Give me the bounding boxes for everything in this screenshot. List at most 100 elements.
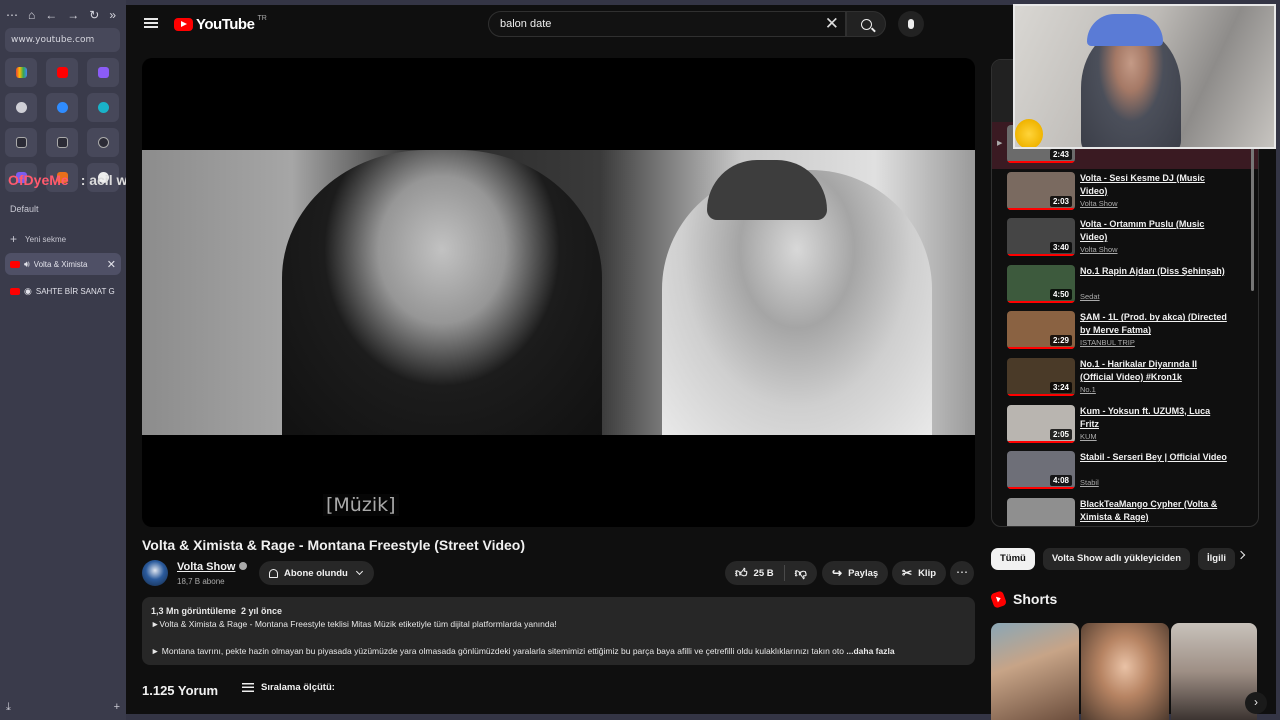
pinned-site-youtube[interactable] [46, 58, 78, 87]
shorts-title: Shorts [1013, 591, 1058, 607]
home-icon[interactable]: ⌂ [28, 8, 35, 22]
like-count[interactable]: 25 B [754, 568, 774, 579]
pinned-site-f[interactable] [5, 128, 37, 157]
short-card[interactable] [1081, 623, 1169, 720]
duration-badge: 2:05 [1049, 428, 1072, 440]
playlist-item-title[interactable]: Volta - Sesi Kesme DJ (Music Video) [1080, 172, 1230, 198]
pinned-site-mail[interactable] [87, 58, 119, 87]
playlist-item[interactable]: BlackTeaMango Cypher (Volta & Ximista & … [992, 495, 1258, 526]
description-line-2: ► Montana tavrını, pekte hazin olmayan b… [151, 645, 966, 658]
clear-search-icon[interactable]: ✕ [825, 15, 839, 33]
region-code: TR [257, 15, 267, 22]
duration-badge: 4:08 [1049, 475, 1072, 487]
menu-icon[interactable] [144, 18, 158, 28]
search-input[interactable] [500, 18, 800, 30]
playlist-item-title[interactable]: ŞAM - 1L (Prod. by akca) (Directed by Me… [1080, 311, 1230, 337]
search-button[interactable] [846, 11, 886, 37]
pinned-site-link[interactable] [87, 128, 119, 157]
speaker-icon[interactable]: 🔊︎ [24, 259, 30, 270]
playlist-item-channel[interactable]: Volta Show [1080, 245, 1118, 254]
stream-chat-overlay: OfDyeMe: acil w [8, 172, 127, 188]
description-line-2-text: ► Montana tavrını, pekte hazin olmayan b… [151, 646, 844, 656]
forward-icon[interactable]: → [67, 8, 79, 22]
playlist-item[interactable]: 4:08 Stabil - Serseri Bey | Official Vide… [992, 448, 1258, 495]
clip-button[interactable]: ✂ Klip [892, 561, 947, 585]
pinned-site-google[interactable] [5, 58, 37, 87]
tab-sahte[interactable]: ◉ SAHTE BİR SANAT G [5, 280, 121, 302]
share-button[interactable]: ↪ Paylaş [822, 561, 889, 585]
more-actions-button[interactable]: ⋯ [950, 561, 974, 585]
chip-related[interactable]: İlgili [1198, 548, 1236, 570]
add-icon[interactable]: + [114, 701, 120, 714]
scissors-icon: ✂ [902, 566, 913, 580]
reload-icon[interactable]: ↻ [89, 8, 99, 22]
chip-uploader[interactable]: Volta Show adlı yükleyiciden [1042, 548, 1191, 570]
dislike-icon[interactable]: 👎︎ [795, 566, 807, 581]
comments-count: 1.125 Yorum [142, 683, 219, 698]
playlist-item[interactable]: 2:29 ŞAM - 1L (Prod. by akca) (Directed b… [992, 308, 1258, 355]
playlist-thumbnail[interactable] [1007, 497, 1075, 526]
playlist-item-title[interactable]: No.1 Rapin Ajdarı (Diss Şehinşah) [1080, 265, 1230, 278]
playlist-item-channel[interactable]: Sedat [1080, 292, 1100, 301]
playlist-thumbnail[interactable]: 2:29 [1007, 311, 1075, 350]
voice-search-button[interactable] [898, 11, 924, 37]
playlist-item[interactable]: 4:50 No.1 Rapin Ajdarı (Diss Şehinşah) Sed… [992, 262, 1258, 309]
playlist-thumbnail[interactable]: 2:03 [1007, 171, 1075, 210]
playlist-thumbnail[interactable]: 3:40 [1007, 218, 1075, 257]
playlist-thumbnail[interactable]: 2:05 [1007, 404, 1075, 443]
playlist-item-title[interactable]: Stabil - Serseri Bey | Official Video [1080, 451, 1230, 464]
playlist-item[interactable]: 2:03 Volta - Sesi Kesme DJ (Music Video) V… [992, 169, 1258, 216]
back-icon[interactable]: ← [45, 8, 57, 22]
duration-badge: 2:03 [1049, 195, 1072, 207]
youtube-logo[interactable]: YouTube TR [174, 15, 267, 33]
pinned-site-b[interactable] [46, 128, 78, 157]
show-more-link[interactable]: ...daha fazla [846, 646, 894, 656]
shorts-next-button[interactable]: › [1245, 692, 1267, 714]
playlist-item-channel[interactable]: Volta Show [1080, 199, 1118, 208]
like-icon[interactable]: 👍︎ [735, 566, 748, 581]
playlist-item-title[interactable]: Volta - Ortamım Puslu (Music Video) [1080, 218, 1230, 244]
playlist-scrollbar[interactable] [1251, 126, 1254, 291]
pinned-site-blue[interactable] [46, 93, 78, 122]
playlist-item[interactable]: 2:05 Kum - Yoksun ft. UZUM3, Luca Fritz KU… [992, 402, 1258, 449]
playlist-thumbnail[interactable]: 3:24 [1007, 357, 1075, 396]
short-card[interactable] [991, 623, 1079, 720]
playlist-item-channel[interactable]: No.1 [1080, 385, 1096, 394]
subscribe-button[interactable]: Abone olundu [259, 561, 374, 585]
like-dislike-group: 👍︎ 25 B 👎︎ [725, 561, 817, 585]
sort-comments-button[interactable]: Sıralama ölçütü: [242, 682, 335, 693]
chip-all[interactable]: Tümü [991, 548, 1035, 570]
playlist-thumbnail[interactable]: 4:50 [1007, 264, 1075, 303]
new-tab-button[interactable]: + Yeni sekme [10, 232, 66, 246]
playlist-item-title[interactable]: BlackTeaMango Cypher (Volta & Ximista & … [1080, 498, 1230, 524]
description-box[interactable]: 1,3 Mn görüntüleme 2 yıl önce ►Volta & X… [142, 597, 975, 665]
microphone-icon [908, 19, 914, 29]
video-player[interactable]: [Müzik] [142, 58, 975, 527]
expand-icon[interactable]: » [109, 8, 116, 22]
streamer-headphones [1087, 14, 1163, 46]
tab-volta[interactable]: 🔊︎ Volta & Ximista ✕ [5, 253, 121, 275]
pinned-site-edge[interactable] [87, 93, 119, 122]
duration-badge: 4:50 [1049, 288, 1072, 300]
workspace-label: Default [10, 204, 39, 214]
playlist-item-channel[interactable]: Stabil [1080, 478, 1099, 487]
browser-sidebar: ⋯ ⌂ ← → ↻ » www.youtube.com Default + Ye… [0, 0, 126, 720]
channel-avatar[interactable] [142, 560, 168, 586]
playlist-item-channel[interactable]: KUM [1080, 432, 1097, 441]
playlist-item-title[interactable]: Kum - Yoksun ft. UZUM3, Luca Fritz [1080, 405, 1230, 431]
duck-sticker [1015, 119, 1043, 147]
pinned-site-chatgpt[interactable] [5, 93, 37, 122]
more-icon[interactable]: ⋯ [6, 8, 18, 22]
short-card[interactable] [1171, 623, 1257, 720]
download-icon[interactable]: ⤓ [6, 701, 11, 714]
playlist-item-title[interactable]: No.1 - Harikalar Diyarında II (Official … [1080, 358, 1230, 384]
playlist-thumbnail[interactable]: 4:08 [1007, 451, 1075, 490]
playlist-item[interactable]: 3:40 Volta - Ortamım Puslu (Music Video) V… [992, 215, 1258, 262]
channel-name-text[interactable]: Volta Show [177, 561, 235, 573]
address-bar[interactable]: www.youtube.com [5, 28, 120, 52]
sort-label: Sıralama ölçütü: [261, 682, 335, 693]
playlist-item[interactable]: 3:24 No.1 - Harikalar Diyarında II (Offic… [992, 355, 1258, 402]
close-icon[interactable]: ✕ [107, 258, 116, 271]
playlist-item-channel[interactable]: ISTANBUL TRIP [1080, 338, 1135, 347]
channel-name[interactable]: Volta Show [177, 561, 248, 573]
